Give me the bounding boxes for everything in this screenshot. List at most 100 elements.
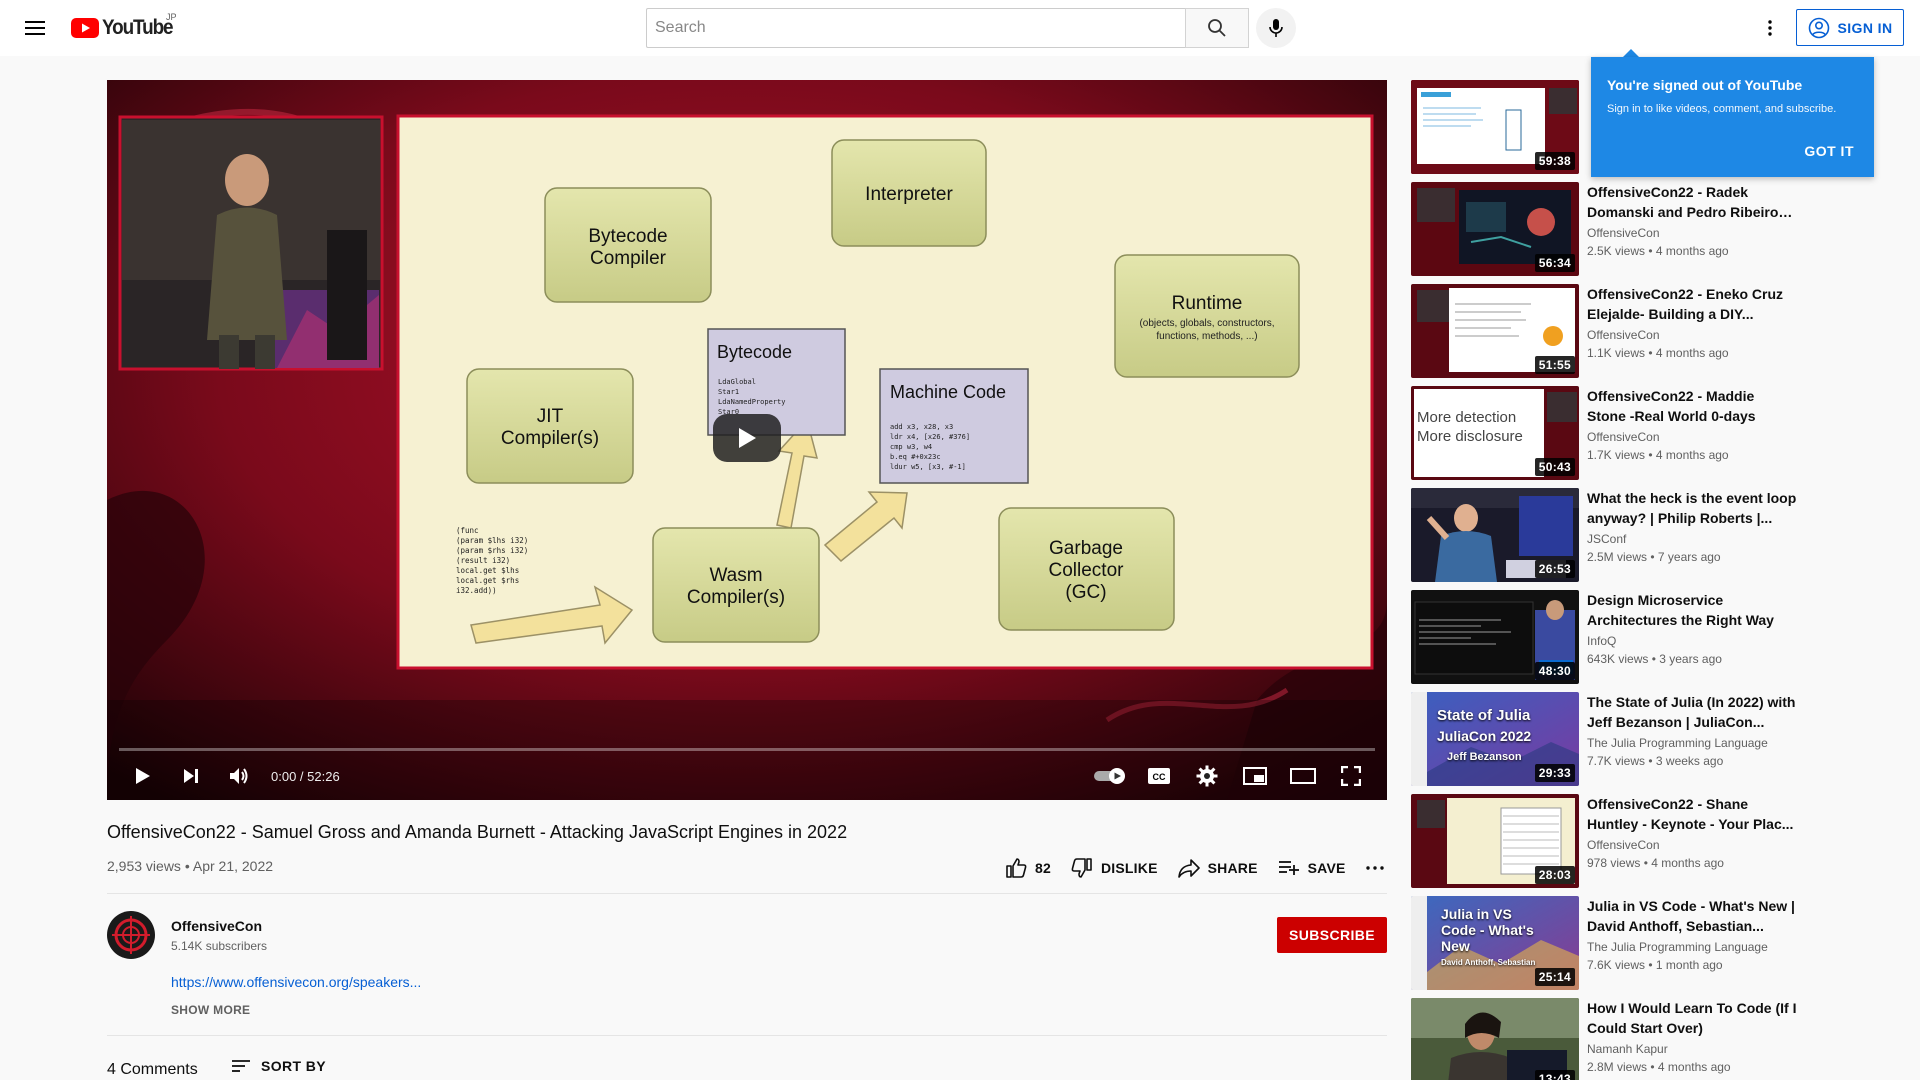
video-thumbnail[interactable]: 28:03 [1411, 794, 1579, 888]
got-it-button[interactable]: GOT IT [1804, 143, 1854, 159]
volume-icon [230, 768, 248, 784]
video-player[interactable]: Bytecode Compiler Interpreter Runtime (o… [107, 80, 1387, 800]
more-actions-button[interactable] [1356, 852, 1394, 884]
search-button[interactable] [1185, 8, 1249, 48]
youtube-logo[interactable]: YouTube [71, 16, 180, 40]
video-title-link[interactable]: OffensiveCon22 - Maddie Stone -Real Worl… [1587, 386, 1797, 426]
popup-title: You're signed out of YouTube [1607, 77, 1803, 93]
channel-avatar[interactable] [107, 911, 155, 959]
video-title-link[interactable]: Julia in VS Code - What's New | David An… [1587, 896, 1797, 936]
video-duration: 51:55 [1534, 356, 1575, 374]
slide-machine-code-5: ldur w5, [x3, #-1] [890, 463, 966, 471]
recommendation-item[interactable]: 56:34 OffensiveCon22 - Radek Domanski an… [1411, 182, 1811, 276]
thumbnail-text-line: Code - What's [1441, 922, 1534, 938]
closed-captions-icon: CC [1148, 768, 1170, 784]
sort-comments-button[interactable]: SORT BY [231, 1058, 326, 1074]
channel-name[interactable]: InfoQ [1587, 634, 1616, 648]
video-meta: 643K views • 3 years ago [1587, 652, 1722, 666]
channel-name[interactable]: OffensiveCon [1587, 430, 1660, 444]
video-meta: 2,953 views • Apr 21, 2022 [107, 858, 273, 874]
video-thumbnail[interactable]: 59:38 [1411, 80, 1579, 174]
recommendation-item[interactable]: 48:30 Design Microservice Architectures … [1411, 590, 1811, 684]
video-meta: 1.1K views • 4 months ago [1587, 346, 1729, 360]
microphone-icon [1269, 19, 1283, 37]
masthead: YouTube JP SIGN IN [0, 0, 1920, 56]
subtitles-button[interactable]: CC [1135, 752, 1183, 800]
slide-machine-code-4: b.eq #+0x23c [890, 453, 941, 461]
channel-name[interactable]: The Julia Programming Language [1587, 736, 1768, 750]
video-thumbnail[interactable]: 56:34 [1411, 182, 1579, 276]
settings-more-button[interactable] [1755, 13, 1785, 43]
like-button[interactable]: 82 [995, 852, 1061, 884]
recommendation-item[interactable]: More detection More disclosure 50:43 Off… [1411, 386, 1811, 480]
thumbnail-text-line: More disclosure [1417, 428, 1523, 445]
more-vertical-icon [1768, 20, 1772, 36]
slide-jit-line2: Compiler(s) [501, 428, 599, 449]
recommendation-item[interactable]: 13:43 How I Would Learn To Code (If I Co… [1411, 998, 1811, 1080]
channel-name[interactable]: OffensiveCon [1587, 226, 1660, 240]
channel-name[interactable]: OffensiveCon [171, 918, 262, 934]
video-title-link[interactable]: OffensiveCon22 - Eneko Cruz Elejalde- Bu… [1587, 284, 1797, 324]
video-title-link[interactable]: OffensiveCon22 - Radek Domanski and Pedr… [1587, 182, 1797, 222]
search-input[interactable] [647, 9, 1186, 47]
channel-name[interactable]: Namanh Kapur [1587, 1042, 1668, 1056]
channel-name[interactable]: OffensiveCon [1587, 328, 1660, 342]
youtube-play-logo-icon [71, 18, 99, 38]
sign-in-button[interactable]: SIGN IN [1796, 9, 1904, 46]
video-thumbnail[interactable]: 48:30 [1411, 590, 1579, 684]
video-title-link[interactable]: OffensiveCon22 - Shane Huntley - Keynote… [1587, 794, 1797, 834]
show-more-button[interactable]: SHOW MORE [171, 1003, 250, 1017]
video-thumbnail[interactable]: 13:43 [1411, 998, 1579, 1080]
thumbnail-text-line: More detection [1417, 409, 1517, 426]
voice-search-button[interactable] [1256, 8, 1296, 48]
miniplayer-button[interactable] [1231, 752, 1279, 800]
settings-button[interactable] [1183, 752, 1231, 800]
video-thumbnail[interactable]: Julia in VS Code - What's New David Anth… [1411, 896, 1579, 990]
recommendation-item[interactable]: 28:03 OffensiveCon22 - Shane Huntley - K… [1411, 794, 1811, 888]
video-title-link[interactable]: How I Would Learn To Code (If I Could St… [1587, 998, 1797, 1038]
slide-gc-line1: Garbage [1049, 538, 1123, 559]
mute-button[interactable] [215, 752, 263, 800]
video-title-link[interactable]: What the heck is the event loop anyway? … [1587, 488, 1797, 528]
slide-interpreter: Interpreter [865, 184, 953, 205]
more-horizontal-icon [1365, 866, 1384, 870]
theater-mode-button[interactable] [1279, 752, 1327, 800]
dislike-button[interactable]: DISLIKE [1061, 852, 1168, 884]
menu-icon[interactable] [20, 13, 50, 43]
video-title-link[interactable]: The State of Julia (In 2022) with Jeff B… [1587, 692, 1797, 732]
video-thumbnail[interactable]: 51:55 [1411, 284, 1579, 378]
recommendation-item[interactable]: State of Julia JuliaCon 2022 Jeff Bezans… [1411, 692, 1811, 786]
sign-in-label: SIGN IN [1837, 19, 1893, 36]
fullscreen-button[interactable] [1327, 752, 1375, 800]
info-divider [107, 893, 1387, 894]
autoplay-toggle[interactable] [1087, 752, 1135, 800]
gear-icon [1196, 765, 1218, 787]
dislike-label: DISLIKE [1100, 860, 1158, 876]
video-actions: 82 DISLIKE SHARE SAVE [995, 852, 1394, 884]
video-meta: 978 views • 4 months ago [1587, 856, 1724, 870]
channel-name[interactable]: The Julia Programming Language [1587, 940, 1768, 954]
save-label: SAVE [1307, 860, 1346, 876]
video-title-link[interactable]: Design Microservice Architectures the Ri… [1587, 590, 1797, 630]
autoplay-toggle-icon [1094, 768, 1125, 784]
save-button[interactable]: SAVE [1268, 852, 1356, 884]
progress-bar[interactable] [119, 748, 1375, 751]
next-button[interactable] [167, 752, 215, 800]
recommendation-item[interactable]: Julia in VS Code - What's New David Anth… [1411, 896, 1811, 990]
share-button[interactable]: SHARE [1168, 852, 1268, 884]
subscribe-button[interactable]: SUBSCRIBE [1277, 917, 1387, 953]
video-meta: 2.5K views • 4 months ago [1587, 244, 1729, 258]
video-thumbnail[interactable]: 26:53 [1411, 488, 1579, 582]
channel-name[interactable]: JSConf [1587, 532, 1626, 546]
video-thumbnail[interactable]: State of Julia JuliaCon 2022 Jeff Bezans… [1411, 692, 1579, 786]
video-thumbnail[interactable]: More detection More disclosure 50:43 [1411, 386, 1579, 480]
large-play-button[interactable] [713, 414, 781, 462]
recommendation-item[interactable]: 51:55 OffensiveCon22 - Eneko Cruz Elejal… [1411, 284, 1811, 378]
description-link[interactable]: https://www.offensivecon.org/speakers... [171, 974, 421, 990]
channel-name[interactable]: OffensiveCon [1587, 838, 1660, 852]
fullscreen-icon [1341, 766, 1361, 786]
recommendation-item[interactable]: 26:53 What the heck is the event loop an… [1411, 488, 1811, 582]
play-button[interactable] [119, 752, 167, 800]
popup-arrow [1623, 49, 1639, 57]
slide-machine-code-1: add x3, x28, x3 [890, 423, 953, 431]
